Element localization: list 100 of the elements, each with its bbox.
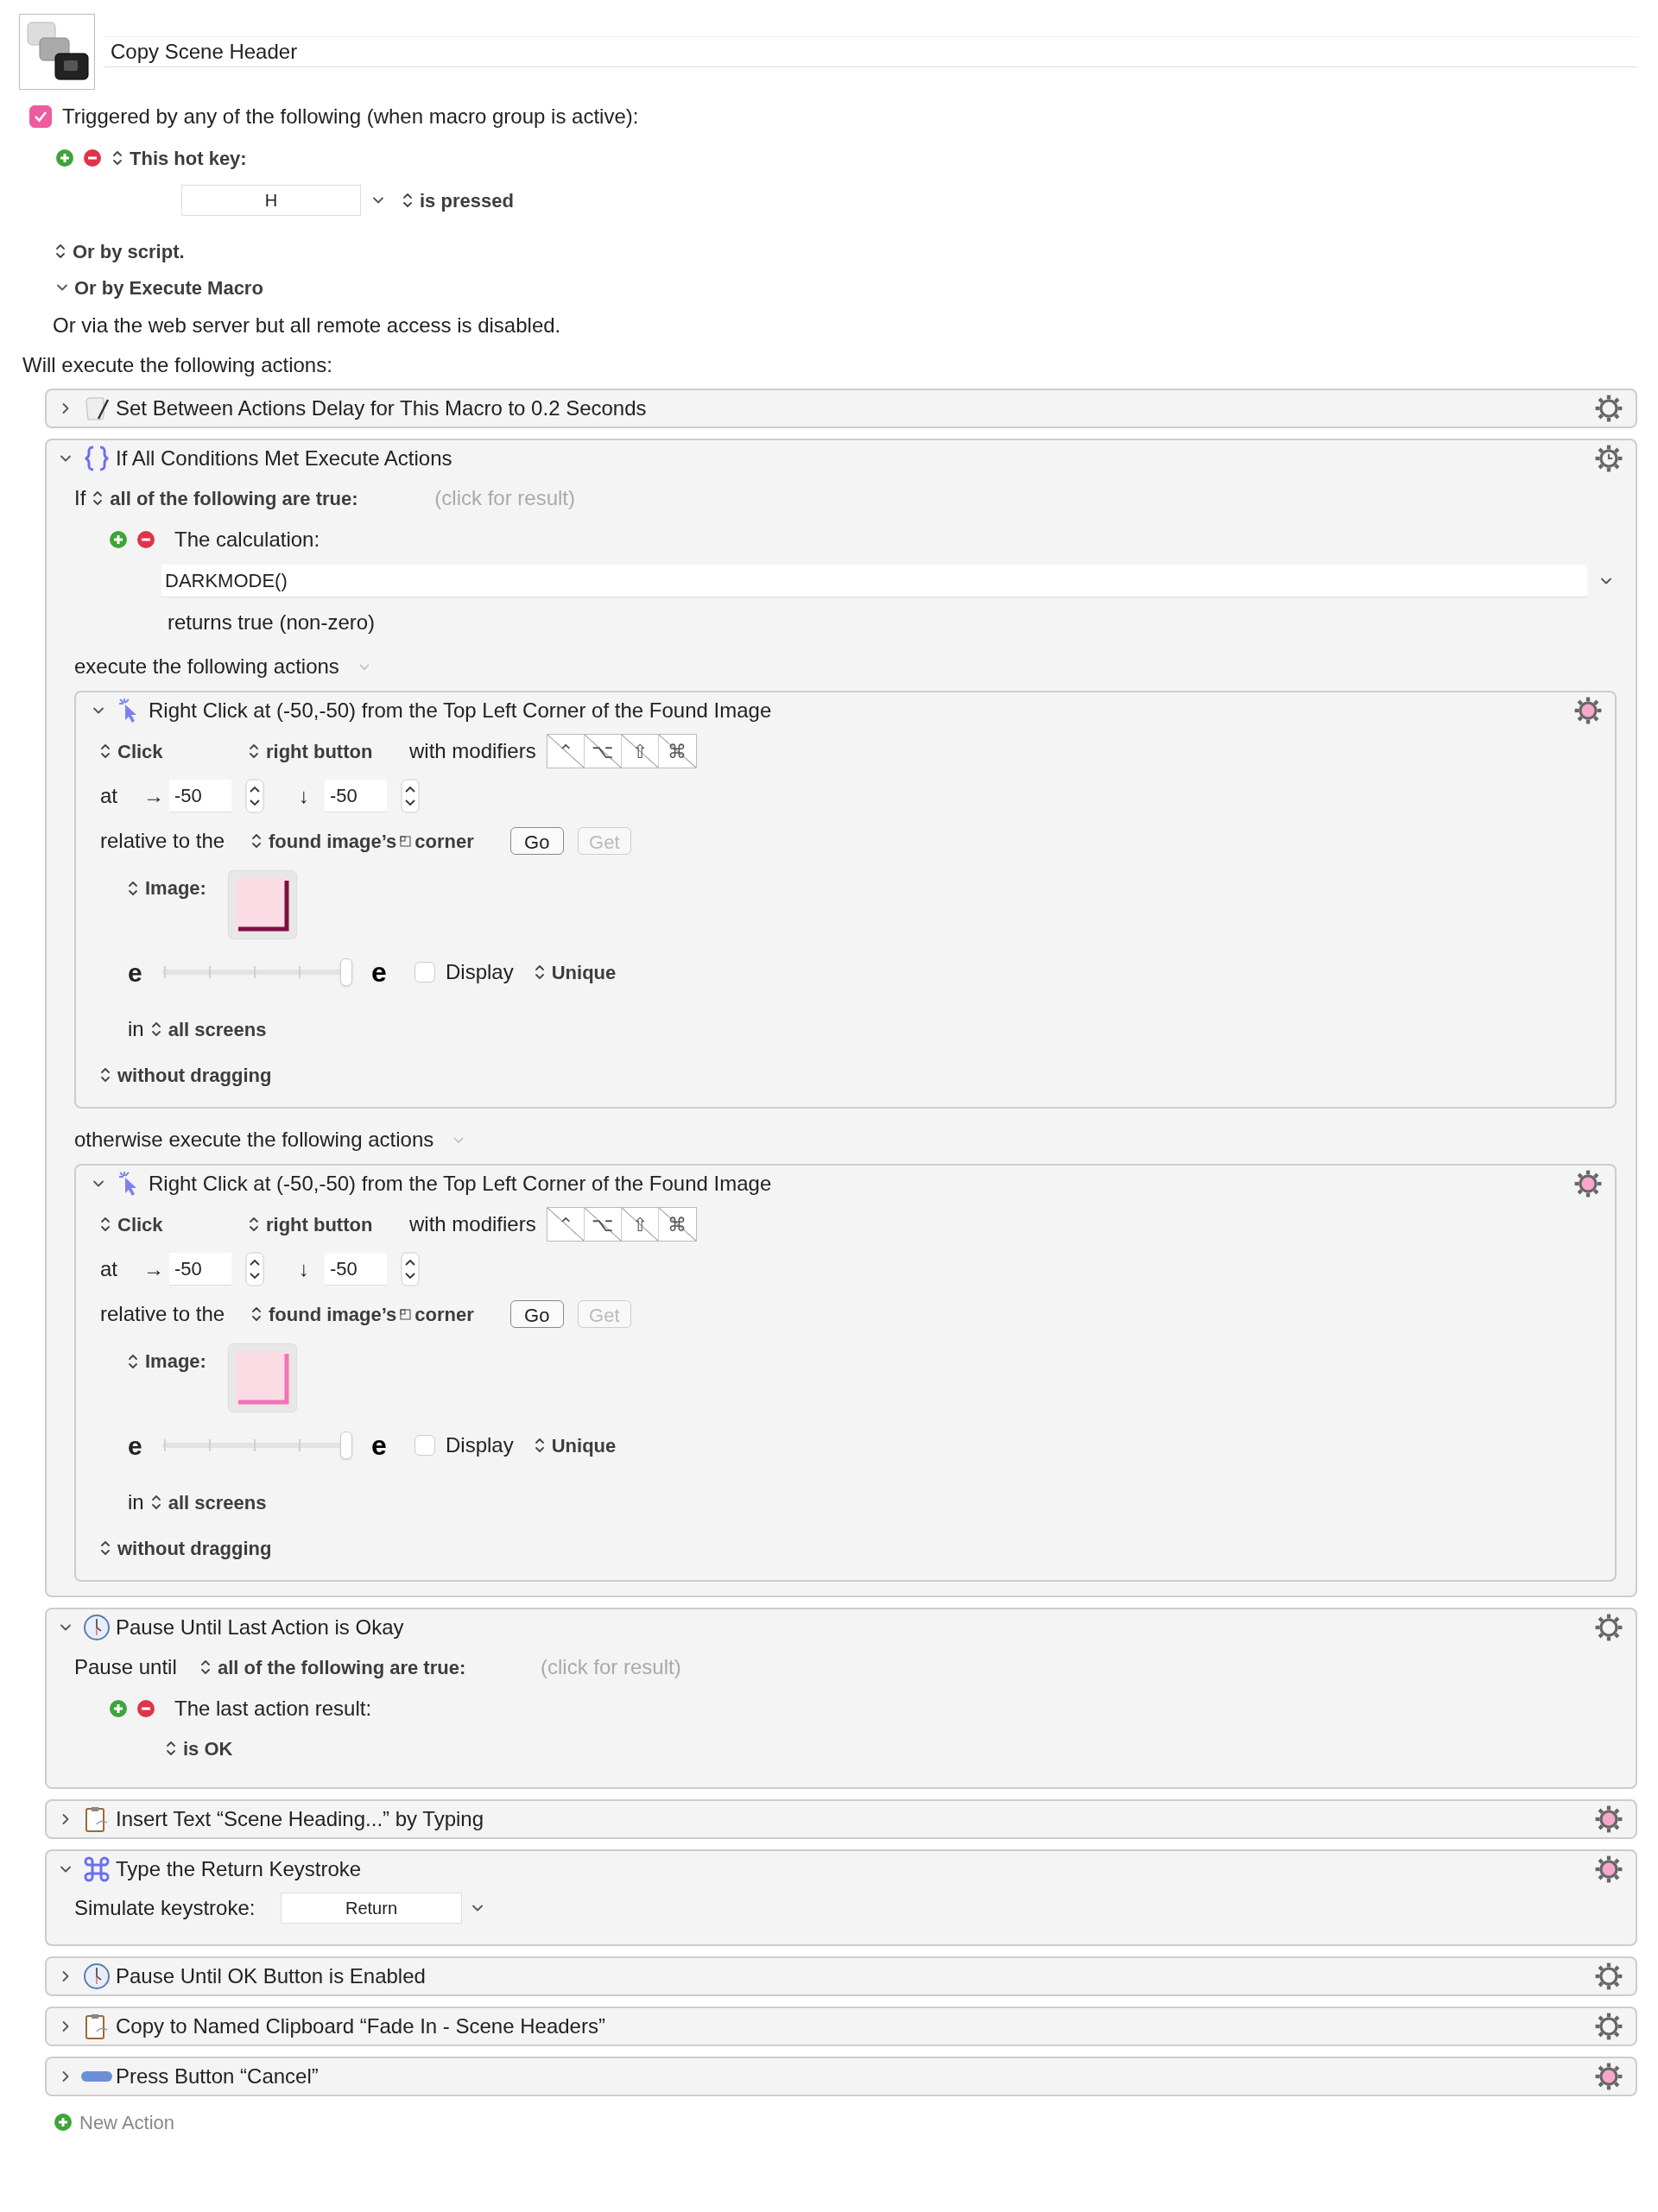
screens-popup[interactable]: all screens (150, 1488, 267, 1517)
add-icon[interactable] (109, 530, 128, 549)
modifier-toggle[interactable]: ⌘ (658, 735, 696, 768)
display-checkbox[interactable] (414, 1435, 435, 1456)
relative-label: relative to the (100, 1301, 226, 1327)
action-title: If All Conditions Met Execute Actions (116, 446, 452, 471)
up-down-icon (200, 1659, 211, 1676)
modifier-toggle[interactable]: ⌥ (584, 735, 622, 768)
up-down-icon (251, 832, 262, 850)
anchor-popup[interactable]: found image’s (251, 826, 397, 856)
trigger-type-popup[interactable]: This hot key: (112, 143, 247, 173)
image-source-popup[interactable]: Image: (128, 874, 228, 902)
remove-icon[interactable] (136, 530, 155, 549)
drag-popup[interactable]: without dragging (100, 1533, 272, 1563)
anchor-popup[interactable]: found image’s (251, 1299, 397, 1329)
up-down-icon (92, 490, 104, 507)
new-action-button[interactable]: New Action (54, 2108, 175, 2137)
up-down-icon (534, 964, 545, 981)
modifier-toggle[interactable]: ⇧ (621, 1208, 659, 1241)
stepper-icon[interactable] (401, 779, 420, 813)
add-icon[interactable] (109, 1699, 128, 1718)
modifier-toggle[interactable]: ⌃ (547, 735, 585, 768)
modifier-toggle[interactable]: ⌥ (584, 1208, 622, 1241)
action-title: Pause Until OK Button is Enabled (116, 1963, 426, 1989)
down-arrow: ↓ (299, 783, 310, 809)
modifiers-label: with modifiers (409, 1211, 536, 1237)
up-down-icon (112, 149, 123, 167)
display-checkbox[interactable] (414, 962, 435, 983)
x-offset-field[interactable]: -50 (169, 1253, 231, 1286)
settings-icon[interactable] (1594, 1613, 1623, 1642)
settings-icon[interactable] (1573, 1169, 1603, 1198)
settings-icon[interactable] (1594, 2012, 1623, 2041)
match-popup[interactable]: all of the following are true: (92, 483, 435, 513)
uniqueness-popup[interactable]: Unique (534, 957, 617, 987)
trigger-checkbox[interactable] (29, 105, 52, 128)
screens-popup[interactable]: all screens (150, 1014, 267, 1044)
stepper-icon[interactable] (401, 1252, 420, 1286)
tolerance-slider[interactable] (162, 958, 352, 986)
pause-until-label: Pause until (74, 1654, 178, 1680)
display-label: Display (446, 1432, 514, 1458)
settings-icon[interactable] (1594, 1962, 1623, 1991)
result-test-popup[interactable]: is OK (166, 1734, 233, 1763)
remove-icon[interactable] (83, 149, 102, 167)
click-type-popup[interactable]: Click (100, 1210, 249, 1239)
hotkey-field[interactable]: H (181, 185, 361, 216)
drag-popup[interactable]: without dragging (100, 1060, 272, 1090)
settings-icon[interactable] (1594, 444, 1623, 473)
go-button[interactable]: Go (509, 1300, 564, 1328)
trigger-label: Triggered by any of the following (when macro group is active): (62, 104, 639, 130)
settings-icon[interactable] (1594, 1804, 1623, 1834)
uniqueness-popup[interactable]: Unique (534, 1431, 617, 1460)
execute-macro-trigger[interactable]: Or by Execute Macro (74, 273, 263, 302)
condition-label: The calculation: (174, 527, 320, 553)
key-condition-popup[interactable]: is pressed (402, 186, 514, 215)
match-popup[interactable]: all of the following are true: (200, 1653, 541, 1682)
image-source-popup[interactable]: Image: (128, 1347, 228, 1375)
corner-icon (400, 1308, 412, 1320)
up-down-icon (100, 743, 111, 760)
script-trigger-popup[interactable]: Or by script. (55, 237, 185, 266)
settings-icon[interactable] (1594, 1855, 1623, 1884)
mouse-button-popup[interactable]: right button (249, 1210, 409, 1239)
up-down-icon (150, 1494, 161, 1511)
go-button[interactable]: Go (509, 827, 564, 855)
action-title: Press Button “Cancel” (116, 2063, 319, 2089)
mouse-button-popup[interactable]: right button (249, 736, 409, 766)
up-down-icon (402, 192, 413, 209)
macro-name-field[interactable]: Copy Scene Header (104, 36, 1637, 67)
up-down-icon (128, 1352, 138, 1370)
image-well[interactable] (228, 870, 297, 939)
relative-label: relative to the (100, 828, 226, 854)
macro-icon[interactable] (19, 14, 95, 90)
modifier-toggle[interactable]: ⌃ (547, 1208, 585, 1241)
up-down-icon (100, 1216, 111, 1233)
y-offset-field[interactable]: -50 (325, 1253, 387, 1286)
stepper-icon[interactable] (245, 1252, 264, 1286)
at-label: at (100, 783, 118, 809)
click-type-popup[interactable]: Click (100, 736, 249, 766)
x-offset-field[interactable]: -50 (169, 780, 231, 812)
script-pen-icon (83, 395, 111, 422)
remove-icon[interactable] (136, 1699, 155, 1718)
add-icon[interactable] (55, 149, 74, 167)
modifier-toggle[interactable]: ⌘ (658, 1208, 696, 1241)
action-title: Right Click at (-50,-50) from the Top Left Corner of the Found Image (149, 698, 772, 724)
modifier-toggle[interactable]: ⇧ (621, 735, 659, 768)
branch-label: execute the following actions (74, 654, 339, 679)
settings-icon[interactable] (1573, 696, 1603, 725)
action-title: Type the Return Keystroke (116, 1856, 362, 1882)
settings-icon[interactable] (1594, 2062, 1623, 2091)
calculation-field[interactable]: DARKMODE() (161, 565, 1587, 597)
action-title: Pause Until Last Action is Okay (116, 1615, 404, 1640)
up-down-icon (251, 1305, 262, 1323)
up-down-icon (100, 1539, 111, 1557)
command-key-icon (83, 1855, 111, 1883)
settings-icon[interactable] (1594, 394, 1623, 423)
y-offset-field[interactable]: -50 (325, 780, 387, 812)
in-label: in (128, 1489, 144, 1515)
tolerance-slider[interactable] (162, 1431, 352, 1459)
keystroke-field[interactable]: Return (281, 1893, 462, 1924)
fuzz-low-label: e (128, 1430, 143, 1462)
stepper-icon[interactable] (245, 779, 264, 813)
